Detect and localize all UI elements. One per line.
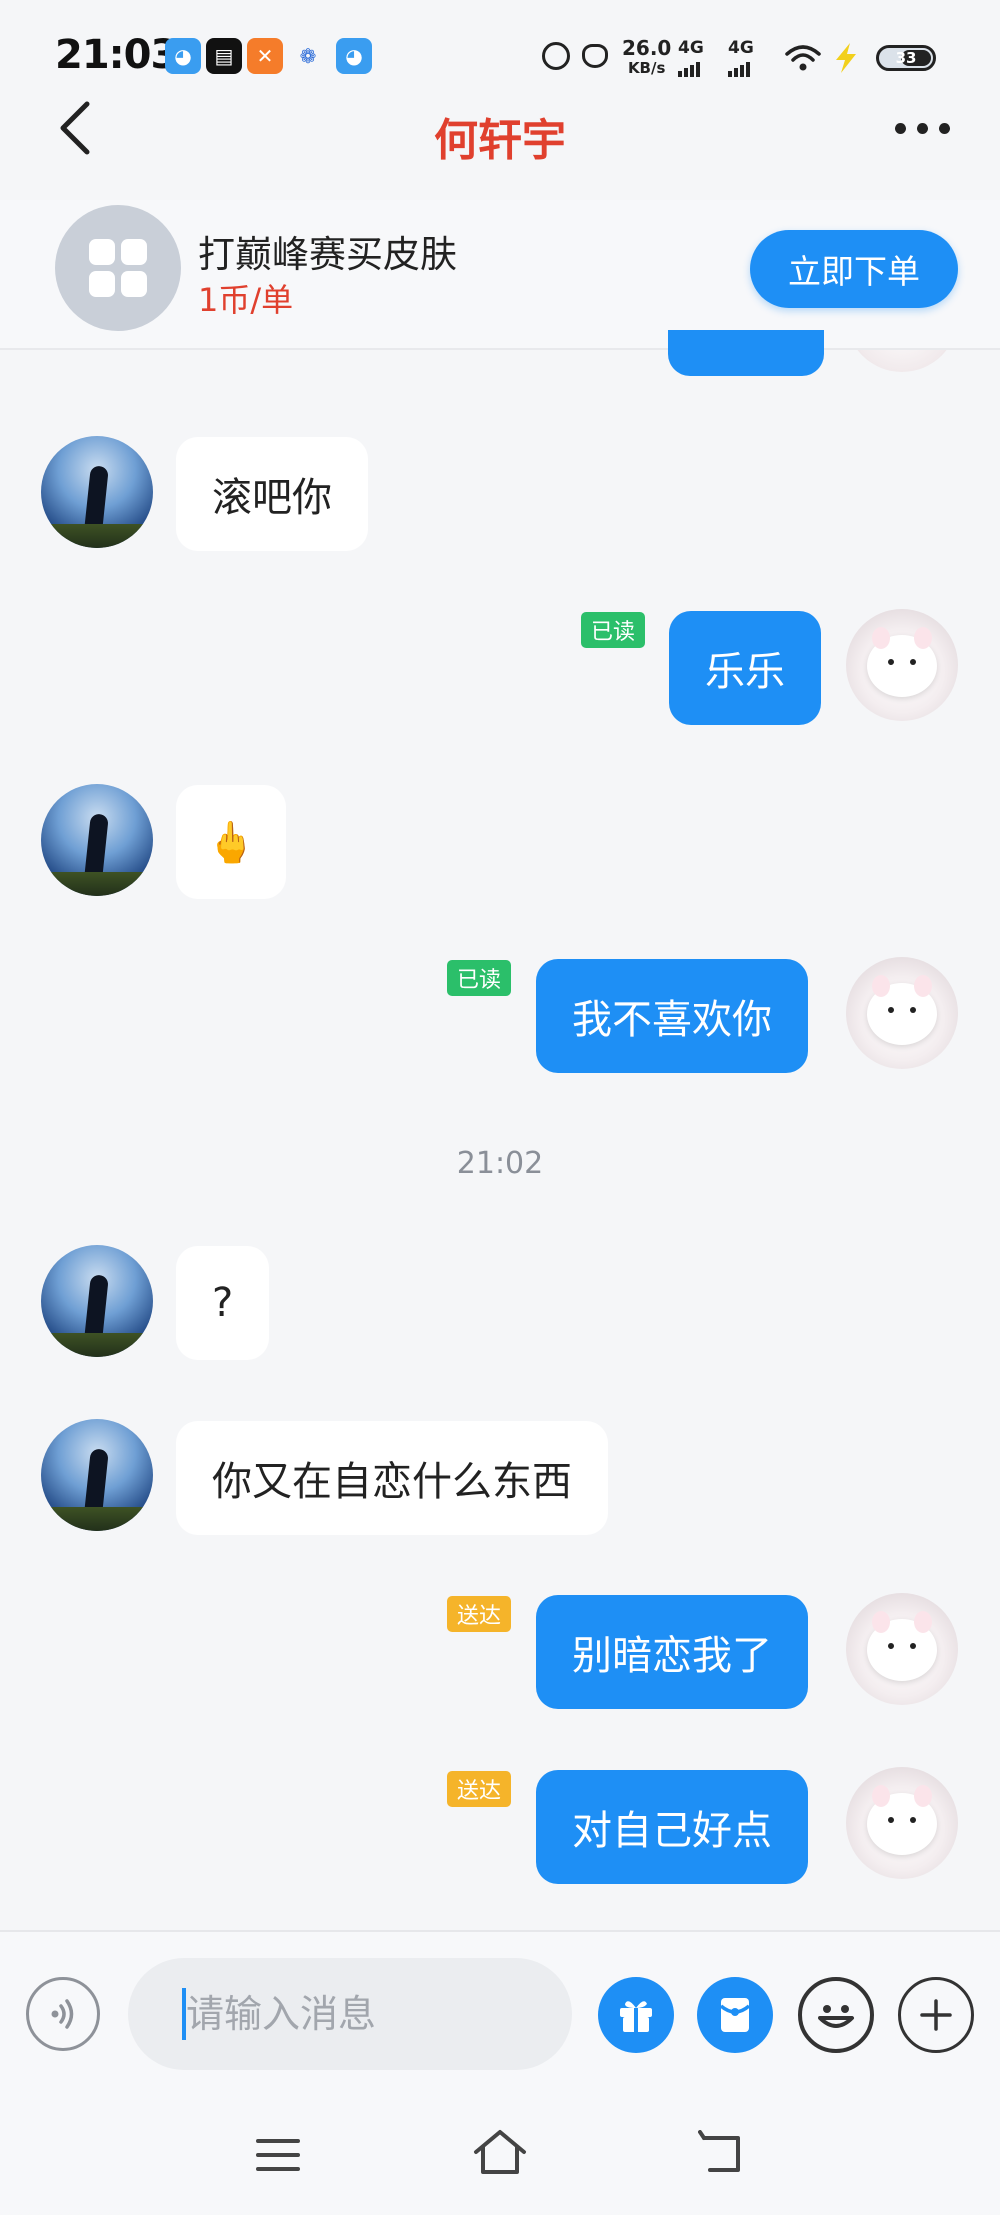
signal-1: 4G <box>678 38 704 77</box>
network-speed-value: 26.0 <box>622 36 672 60</box>
contact-avatar[interactable] <box>41 784 153 896</box>
pet-app-icon: ◕ <box>165 38 201 74</box>
contact-avatar[interactable] <box>41 436 153 548</box>
battery-icon: 33 <box>876 45 936 71</box>
message-input[interactable] <box>128 1958 572 2070</box>
self-avatar[interactable] <box>846 1767 958 1879</box>
signal-2: 4G <box>728 38 754 77</box>
red-packet-button[interactable] <box>697 1977 773 2053</box>
battery-level: 33 <box>895 49 917 67</box>
self-avatar[interactable] <box>846 609 958 721</box>
message-bubble[interactable]: 别暗恋我了 <box>536 1595 808 1709</box>
network-speed-unit: KB/s <box>627 59 666 77</box>
recent-apps-button[interactable] <box>256 2135 300 2175</box>
pet-app-icon-2: ◕ <box>336 38 372 74</box>
message-bubble[interactable]: ? <box>176 1246 270 1360</box>
social-app-icon: ✕ <box>247 38 283 74</box>
chat-title: 何轩宇 <box>434 115 566 166</box>
wifi-icon <box>785 45 821 71</box>
message-bubble[interactable]: 你又在自恋什么东西 <box>176 1421 608 1535</box>
self-avatar[interactable] <box>846 1593 958 1705</box>
emoji-button[interactable] <box>798 1977 874 2053</box>
voice-input-button[interactable] <box>26 1977 100 2051</box>
contact-avatar[interactable] <box>41 1245 153 1357</box>
more-features-button[interactable] <box>898 1977 974 2053</box>
message-bubble[interactable]: 对自己好点 <box>536 1770 808 1884</box>
order-now-button[interactable]: 立即下单 <box>750 230 958 308</box>
grid-apps-icon <box>89 239 147 297</box>
signal-bars-icon <box>678 62 704 77</box>
news-app-icon: ▤ <box>206 38 242 74</box>
gift-icon <box>620 2001 652 2032</box>
message-bubble[interactable]: 滚吧你 <box>176 437 368 551</box>
signal-2-label: 4G <box>728 38 754 58</box>
back-nav-button[interactable] <box>698 2130 746 2176</box>
read-status-tag: 已读 <box>447 960 512 996</box>
message-bubble[interactable]: 乐乐 <box>669 611 821 725</box>
product-price: 1币/单 <box>198 281 294 319</box>
signal-1-label: 4G <box>678 38 704 58</box>
product-name: 打巅峰赛买皮肤 <box>198 233 457 276</box>
more-options-button[interactable] <box>895 116 955 140</box>
charging-icon <box>836 43 856 73</box>
incognito-icon <box>582 44 608 68</box>
message-bubble[interactable]: 🖕 <box>176 785 286 899</box>
message-bubble-partial <box>668 330 824 376</box>
text-caret <box>182 1988 186 2040</box>
time-divider: 21:02 <box>456 1146 544 1181</box>
voice-icon <box>51 1999 74 2029</box>
network-speed: 26.0 KB/s <box>622 38 671 78</box>
baidu-icon: ❁ <box>299 44 317 68</box>
signal-bars-icon <box>728 62 754 77</box>
red-packet-icon <box>719 1998 751 2032</box>
alarm-icon <box>542 42 570 70</box>
sent-status-tag: 送达 <box>447 1771 512 1807</box>
contact-avatar[interactable] <box>41 1419 153 1531</box>
gift-button[interactable] <box>598 1977 674 2053</box>
message-bubble[interactable]: 我不喜欢你 <box>536 959 808 1073</box>
read-status-tag: 已读 <box>581 612 646 648</box>
product-thumbnail <box>55 205 181 331</box>
self-avatar[interactable] <box>846 957 958 1069</box>
home-button[interactable] <box>472 2128 528 2178</box>
plus-icon <box>920 1999 952 2031</box>
sent-status-tag: 送达 <box>447 1596 512 1632</box>
emoji-icon <box>818 2005 854 2028</box>
status-time: 21:03 <box>55 32 178 78</box>
self-avatar-partial <box>846 350 958 372</box>
